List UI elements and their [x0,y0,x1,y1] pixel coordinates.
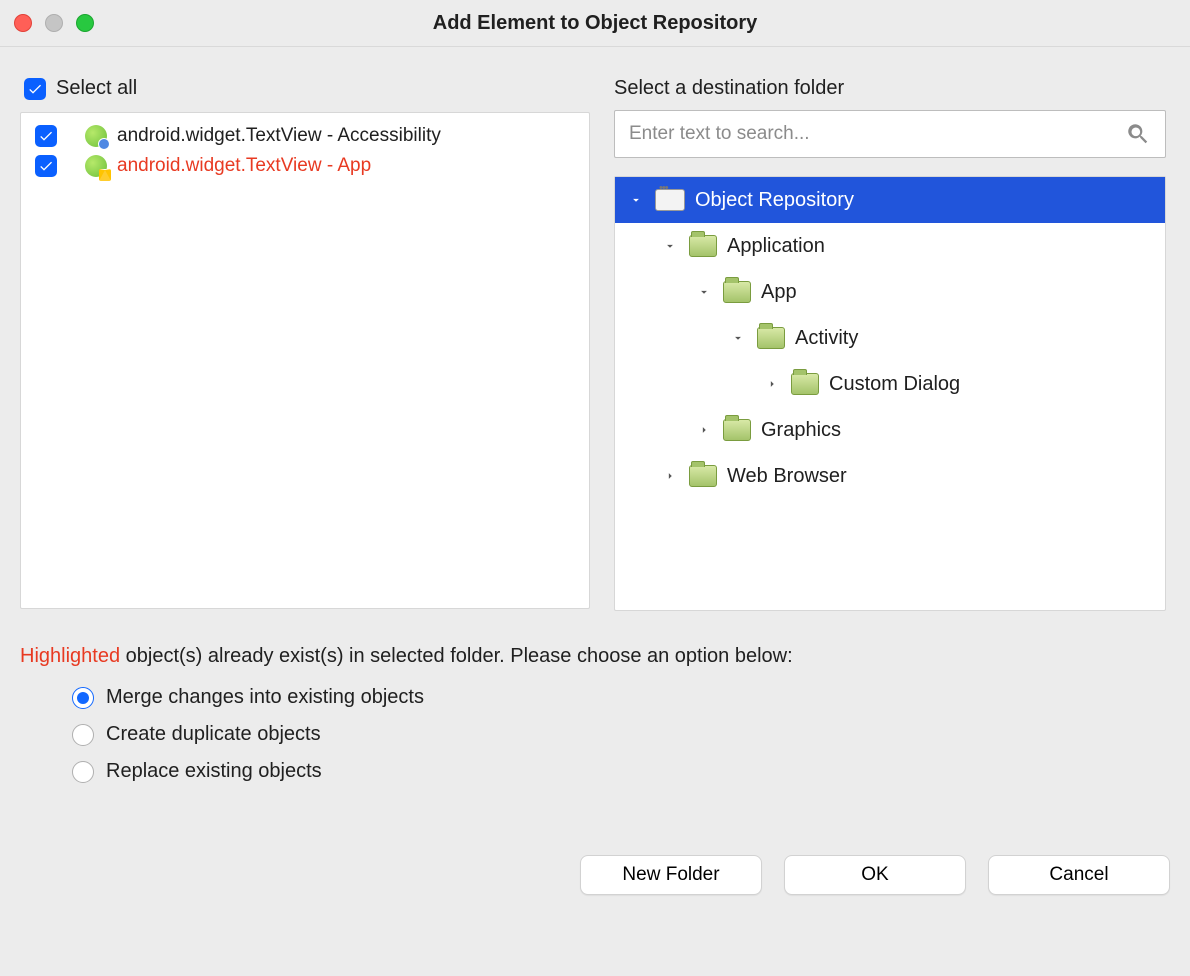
check-icon [27,81,43,97]
element-icon [85,155,107,177]
select-all-row: Select all [24,77,590,100]
right-pane: Select a destination folder Object Repos… [614,77,1166,611]
repository-icon [655,189,685,211]
tree-label: Web Browser [727,465,847,488]
radio-label: Replace existing objects [106,760,322,783]
radio-option-replace[interactable]: Replace existing objects [72,760,1190,783]
notice-rest: object(s) already exist(s) in selected f… [120,645,793,667]
close-window-button[interactable] [14,14,32,32]
radio-merge[interactable] [72,687,94,709]
folder-icon [689,235,717,257]
check-icon [38,158,54,174]
footer-buttons: New Folder OK Cancel [0,855,1190,895]
destination-label: Select a destination folder [614,77,1166,100]
folder-tree: Object Repository Application App Activi… [614,176,1166,611]
highlighted-word: Highlighted [20,645,120,667]
check-icon [38,128,54,144]
radio-duplicate[interactable] [72,724,94,746]
content-area: Select all android.widget.TextView - Acc… [0,47,1190,623]
select-all-label: Select all [56,77,137,100]
cancel-button[interactable]: Cancel [988,855,1170,895]
chevron-down-icon[interactable] [695,283,713,301]
minimize-window-button[interactable] [45,14,63,32]
select-all-checkbox[interactable] [24,78,46,100]
chevron-down-icon[interactable] [729,329,747,347]
tree-node-web-browser[interactable]: Web Browser [615,453,1165,499]
item-label: android.widget.TextView - App [117,155,371,177]
folder-icon [723,419,751,441]
tree-node-graphics[interactable]: Graphics [615,407,1165,453]
new-folder-button[interactable]: New Folder [580,855,762,895]
item-checkbox[interactable] [35,125,57,147]
tree-label: Graphics [761,419,841,442]
search-input[interactable] [629,123,1125,145]
chevron-right-icon[interactable] [695,421,713,439]
window-title: Add Element to Object Repository [14,12,1176,35]
tree-label: Object Repository [695,189,854,212]
list-item[interactable]: android.widget.TextView - App [27,151,583,181]
chevron-right-icon[interactable] [661,467,679,485]
search-icon [1125,121,1151,147]
folder-icon [791,373,819,395]
folder-icon [723,281,751,303]
radio-option-duplicate[interactable]: Create duplicate objects [72,723,1190,746]
conflict-options: Merge changes into existing objects Crea… [72,686,1190,783]
ok-button[interactable]: OK [784,855,966,895]
element-icon [85,125,107,147]
elements-list: android.widget.TextView - Accessibility … [20,112,590,609]
chevron-down-icon[interactable] [661,237,679,255]
tree-node-app[interactable]: App [615,269,1165,315]
chevron-right-icon[interactable] [763,375,781,393]
tree-label: Activity [795,327,858,350]
tree-label: App [761,281,797,304]
item-checkbox[interactable] [35,155,57,177]
item-label: android.widget.TextView - Accessibility [117,125,441,147]
conflict-notice: Highlighted object(s) already exist(s) i… [20,645,1170,668]
tree-label: Application [727,235,825,258]
tree-node-object-repository[interactable]: Object Repository [615,177,1165,223]
radio-label: Merge changes into existing objects [106,686,424,709]
folder-icon [757,327,785,349]
tree-label: Custom Dialog [829,373,960,396]
list-item[interactable]: android.widget.TextView - Accessibility [27,121,583,151]
folder-icon [689,465,717,487]
radio-replace[interactable] [72,761,94,783]
search-box [614,110,1166,158]
tree-node-custom-dialog[interactable]: Custom Dialog [615,361,1165,407]
titlebar: Add Element to Object Repository [0,0,1190,47]
tree-node-activity[interactable]: Activity [615,315,1165,361]
radio-option-merge[interactable]: Merge changes into existing objects [72,686,1190,709]
maximize-window-button[interactable] [76,14,94,32]
radio-label: Create duplicate objects [106,723,321,746]
left-pane: Select all android.widget.TextView - Acc… [20,77,590,611]
tree-node-application[interactable]: Application [615,223,1165,269]
window-buttons [14,14,94,32]
chevron-down-icon[interactable] [627,191,645,209]
